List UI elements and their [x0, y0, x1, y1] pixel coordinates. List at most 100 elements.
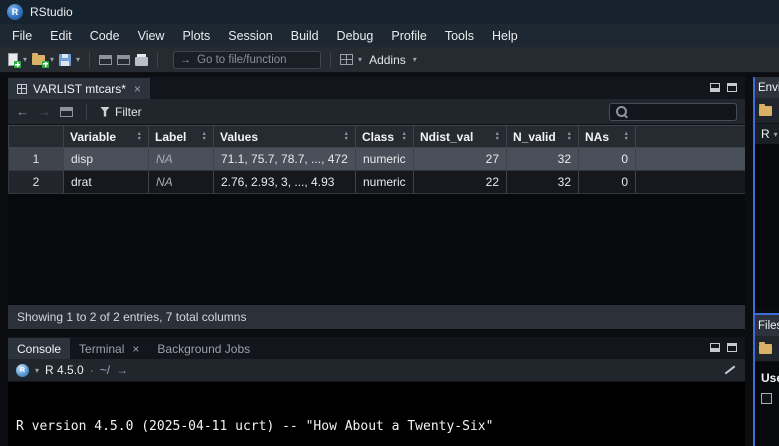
environment-toolbar [755, 98, 779, 124]
minimize-pane-icon[interactable] [710, 83, 720, 92]
column-header-values[interactable]: Values ▲▼ [214, 126, 356, 147]
tab-environment[interactable]: Environment [755, 77, 779, 98]
new-folder-icon[interactable] [759, 344, 772, 354]
cell-ndist-val: 22 [414, 171, 507, 193]
sort-icon[interactable]: ▲▼ [344, 132, 349, 141]
pane-window-icon[interactable] [117, 55, 130, 65]
close-icon[interactable]: × [134, 82, 141, 96]
workspace: VARLIST mtcars* × ← → Filter [0, 73, 779, 446]
menu-item-debug[interactable]: Debug [328, 26, 383, 46]
filter-button[interactable]: Filter [100, 105, 142, 119]
new-file-caret-icon[interactable]: ▾ [23, 55, 27, 64]
sort-icon[interactable]: ▲▼ [137, 132, 142, 141]
addins-caret-icon[interactable]: ▾ [413, 55, 417, 64]
sort-icon[interactable]: ▲▼ [567, 132, 572, 141]
toolbar-separator [89, 52, 90, 68]
title-bar: R RStudio [0, 0, 779, 24]
menu-item-help[interactable]: Help [483, 26, 527, 46]
column-header-label[interactable]: Label ▲▼ [149, 126, 214, 147]
panes-caret-icon[interactable]: ▾ [358, 55, 362, 64]
new-project-icon[interactable] [32, 55, 45, 65]
back-arrow-icon[interactable]: ← [16, 104, 29, 119]
minimize-pane-icon[interactable] [710, 343, 720, 352]
r-version-label: R 4.5.0 [45, 363, 84, 377]
save-caret-icon[interactable]: ▾ [76, 55, 80, 64]
environment-selector[interactable]: R ▾ [755, 124, 779, 144]
goto-file-input[interactable]: → Go to file/function [173, 51, 321, 69]
column-header-class[interactable]: Class ▲▼ [356, 126, 414, 147]
clear-console-icon[interactable] [723, 364, 737, 376]
environment-empty-area [755, 144, 779, 307]
menu-item-view[interactable]: View [129, 26, 174, 46]
viewer-toolbar: ← → Filter [8, 99, 745, 125]
menu-item-profile[interactable]: Profile [382, 26, 435, 46]
menu-item-build[interactable]: Build [282, 26, 328, 46]
console-tab-bar: Console Terminal × Background Jobs [8, 337, 745, 359]
rstudio-logo-icon: R [7, 4, 23, 20]
viewer-status-bar: Showing 1 to 2 of 2 entries, 7 total col… [8, 305, 745, 329]
tab-varlist-mtcars[interactable]: VARLIST mtcars* × [8, 78, 150, 99]
r-version-caret-icon[interactable]: ▾ [35, 366, 39, 375]
sort-icon[interactable]: ▲▼ [495, 132, 500, 141]
tab-label: Files [758, 320, 779, 332]
file-select-checkbox[interactable] [761, 393, 772, 404]
table-search-input[interactable] [609, 103, 737, 121]
chevron-down-icon: ▾ [774, 130, 778, 139]
console-output[interactable]: R version 4.5.0 (2025-04-11 ucrt) -- "Ho… [8, 382, 745, 446]
tab-terminal[interactable]: Terminal × [70, 338, 148, 359]
popout-window-icon[interactable] [60, 107, 73, 117]
sort-icon[interactable]: ▲▼ [402, 132, 407, 141]
save-icon[interactable] [59, 54, 71, 66]
environment-language-label: R [761, 127, 770, 141]
cell-label: NA [149, 171, 214, 193]
cell-class: numeric [356, 148, 414, 170]
load-workspace-icon[interactable] [759, 106, 772, 116]
menu-item-session[interactable]: Session [219, 26, 281, 46]
tab-label: Console [17, 342, 61, 356]
column-label: Variable [70, 130, 116, 144]
column-header-nas[interactable]: NAs ▲▼ [579, 126, 636, 147]
table-row[interactable]: 1 disp NA 71.1, 75.7, 78.7, ..., 472 num… [8, 148, 745, 171]
table-header-row: Variable ▲▼ Label ▲▼ Values ▲▼ Class ▲▼ … [8, 125, 745, 148]
table-row[interactable]: 2 drat NA 2.76, 2.93, 3, ..., 4.93 numer… [8, 171, 745, 194]
forward-arrow-icon[interactable]: → [38, 104, 51, 119]
column-header-variable[interactable]: Variable ▲▼ [64, 126, 149, 147]
sort-icon[interactable]: ▲▼ [624, 132, 629, 141]
menu-item-edit[interactable]: Edit [41, 26, 81, 46]
tab-background-jobs[interactable]: Background Jobs [148, 338, 259, 359]
row-number: 1 [9, 148, 64, 170]
column-header-n-valid[interactable]: N_valid ▲▼ [507, 126, 579, 147]
sort-icon[interactable]: ▲▼ [202, 132, 207, 141]
r-version-icon[interactable]: R [16, 364, 29, 377]
files-pane: Files Users [755, 313, 779, 446]
print-icon[interactable] [135, 57, 148, 66]
new-file-icon[interactable] [8, 53, 18, 66]
column-label: Label [155, 130, 186, 144]
cell-n-valid: 32 [507, 171, 579, 193]
cell-nas: 0 [579, 171, 636, 193]
close-icon[interactable]: × [132, 342, 139, 356]
menu-item-plots[interactable]: Plots [173, 26, 219, 46]
files-breadcrumb-user[interactable]: Users [761, 371, 779, 385]
pane-window-icon[interactable] [99, 55, 112, 65]
menu-item-code[interactable]: Code [81, 26, 129, 46]
goto-file-placeholder: Go to file/function [197, 54, 287, 66]
files-list: Users [755, 362, 779, 404]
tab-console[interactable]: Console [8, 338, 70, 359]
addins-button[interactable]: Addins [369, 53, 406, 67]
cell-variable: disp [64, 148, 149, 170]
column-header-ndist-val[interactable]: Ndist_val ▲▼ [414, 126, 507, 147]
filter-label: Filter [115, 105, 142, 119]
maximize-pane-icon[interactable] [727, 343, 737, 352]
menu-item-file[interactable]: File [3, 26, 41, 46]
maximize-pane-icon[interactable] [727, 83, 737, 92]
open-caret-icon[interactable]: ▾ [50, 55, 54, 64]
column-header-rownum[interactable] [9, 126, 64, 147]
menu-item-tools[interactable]: Tools [436, 26, 483, 46]
goto-directory-icon[interactable]: → [116, 363, 128, 377]
workspace-panes-icon[interactable] [340, 54, 353, 65]
working-directory: ~/ [100, 363, 110, 377]
toolbar-separator [157, 52, 158, 68]
data-viewer-pane: VARLIST mtcars* × ← → Filter [8, 77, 745, 329]
tab-files[interactable]: Files [755, 315, 779, 336]
